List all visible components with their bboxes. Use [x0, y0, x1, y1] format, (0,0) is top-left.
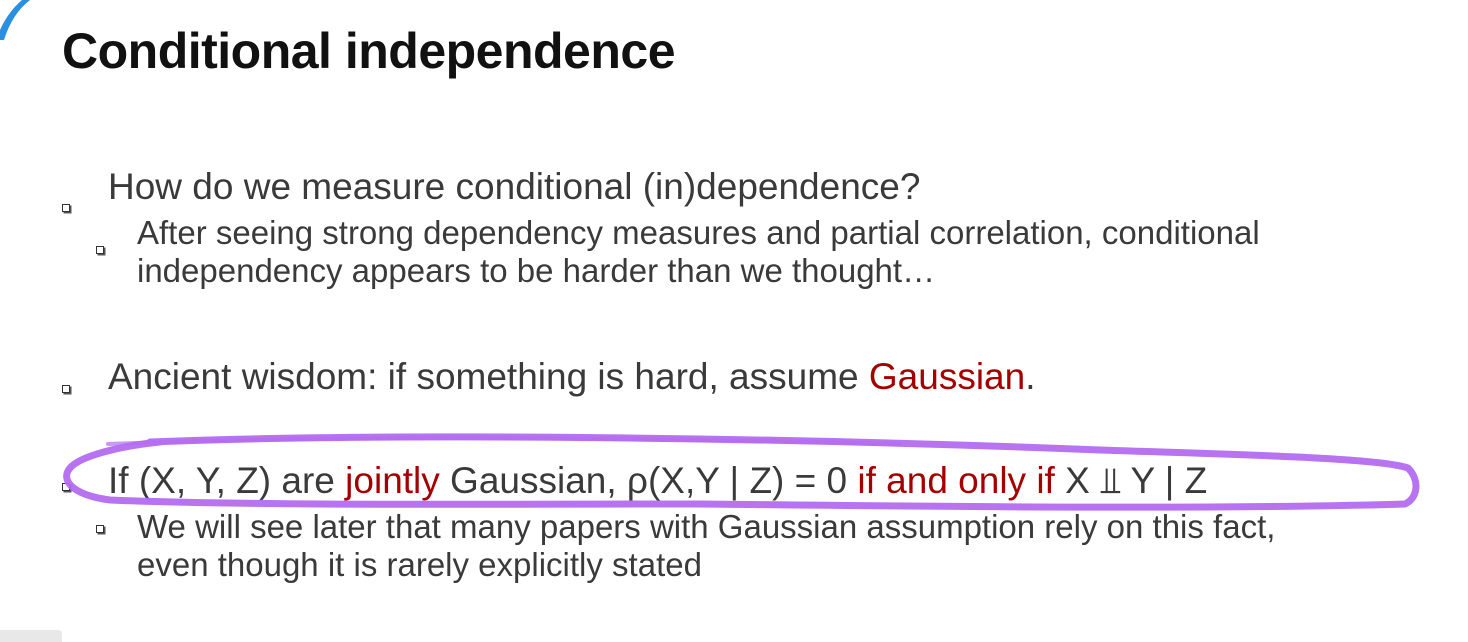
subbullet-papers-line2: even though it is rarely explicitly stat… — [137, 546, 702, 583]
slide: Conditional independence How do we measu… — [0, 0, 1468, 642]
slide-title: Conditional independence — [62, 23, 676, 79]
bullet-ancient-wisdom: Ancient wisdom: if something is hard, as… — [108, 356, 1035, 398]
subbullet-context-line2: independency appears to be harder than w… — [137, 252, 936, 289]
bullet-gaussian-fact-part1: If (X, Y, Z) are — [108, 460, 346, 501]
subbullet-context-line1: After seeing strong dependency measures … — [137, 214, 1260, 251]
bullet-marker-icon — [62, 204, 70, 212]
subbullet-papers-line1: We will see later that many papers with … — [137, 508, 1276, 545]
bullet-gaussian-fact-part3: X ⫫ Y | Z — [1054, 460, 1208, 501]
bullet-question: How do we measure conditional (in)depend… — [108, 166, 920, 208]
bullet-marker-icon — [62, 483, 70, 491]
bullet-ancient-wisdom-end: . — [1025, 356, 1036, 397]
subbullet-papers: We will see later that many papers with … — [137, 508, 1275, 584]
bullet-question-text: How do we measure conditional (in)depend… — [108, 166, 921, 207]
bullet-marker-icon — [62, 385, 70, 393]
iff-emphasis: if and only if — [857, 460, 1055, 501]
bullet-marker-icon — [96, 246, 104, 254]
bullet-marker-icon — [96, 525, 104, 533]
gaussian-emphasis: Gaussian — [868, 356, 1026, 397]
bullet-gaussian-fact-part2: Gaussian, ρ(X,Y | Z) = 0 — [439, 460, 858, 501]
corner-accent-decoration — [0, 0, 30, 40]
bullet-gaussian-fact: If (X, Y, Z) are jointly Gaussian, ρ(X,Y… — [108, 460, 1207, 503]
bullet-ancient-wisdom-text: Ancient wisdom: if something is hard, as… — [108, 356, 869, 397]
bottom-corner-tab — [0, 630, 62, 642]
subbullet-context: After seeing strong dependency measures … — [137, 214, 1260, 290]
jointly-emphasis: jointly — [345, 460, 440, 501]
